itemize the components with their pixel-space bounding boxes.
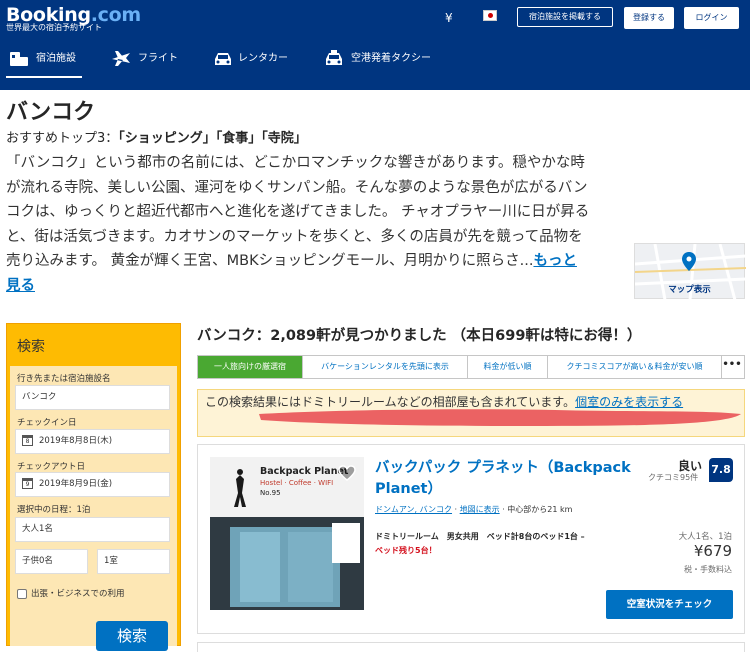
room-type: ドミトリールーム 男女共用 ベッド計8台のベッド1台 – (375, 532, 585, 541)
map-button[interactable]: マップ表示 (634, 243, 746, 300)
checkbox-icon (17, 588, 27, 599)
results-heading: バンコク：2,089軒が見つかりました （本日699軒は特にお得！） (197, 328, 642, 344)
tagline: 世界最大の宿泊予約サイト (6, 23, 102, 32)
tab-score-and-price[interactable]: クチコミスコアが高い＆料金が安い順 (548, 356, 722, 378)
tab-lowest-price[interactable]: 料金が低い順 (468, 356, 548, 378)
calendar-icon: 8 (22, 435, 33, 446)
tab-airport-taxi[interactable]: 空港発着タクシー (321, 42, 441, 78)
photo-sign-subtitle: Hostel · Coffee · WIFI (260, 479, 334, 487)
car-icon (215, 53, 231, 65)
bed-icon (10, 52, 28, 66)
city-description: 「バンコク」という都市の名前には、どこかロマンチックな響きがあります。穏やかな時… (6, 155, 590, 294)
checkout-label: チェックアウト日 (17, 462, 86, 472)
map-label: マップ表示 (668, 285, 711, 295)
more-sort-options-button[interactable]: ••• (720, 356, 744, 378)
search-submit-button[interactable]: 検索 (96, 621, 168, 651)
business-trip-checkbox[interactable]: 出張・ビジネスでの利用 (17, 587, 125, 599)
destination-label: 行き先または宿泊施設名 (17, 374, 111, 384)
search-title: 検索 (7, 324, 180, 366)
favorite-heart-icon[interactable] (338, 465, 356, 481)
review-score-badge[interactable]: 7.8 (709, 458, 733, 482)
review-count: クチコミ95件 (648, 473, 699, 482)
calendar-icon: 9 (22, 478, 33, 489)
tab-car-rental[interactable]: レンタカー (210, 42, 300, 78)
checkin-date-field[interactable]: 8 2019年8月8日(木) (15, 429, 170, 454)
photo-sign-name: Backpack Planet (260, 466, 349, 477)
list-property-button[interactable]: 宿泊施設を掲載する (517, 7, 613, 27)
check-availability-button[interactable]: 空室状況をチェック (606, 590, 733, 619)
nights-label: 選択中の日程：1泊 (17, 505, 91, 515)
hotel-name-link[interactable]: バックパック プラネット（Backpack Planet） (375, 458, 635, 500)
page-title: バンコク (6, 100, 96, 125)
photo-sign-number: No.95 (260, 489, 281, 497)
hotel-photo[interactable]: Backpack Planet Hostel · Coffee · WIFI N… (210, 457, 364, 610)
tab-airport-taxi-label: 空港発着タクシー (351, 53, 431, 64)
login-button[interactable]: ログイン (684, 7, 739, 29)
tab-stays[interactable]: 宿泊施設 (6, 42, 82, 78)
tab-vacation-rentals-first[interactable]: バケーションレンタルを先頭に表示 (303, 356, 468, 378)
hotel-card: Backpack Planet Hostel · Coffee · WIFI N… (197, 444, 745, 634)
tab-flights[interactable]: フライト (108, 42, 188, 78)
tax-note: 税・手数料込 (684, 565, 732, 574)
checkout-date-field[interactable]: 9 2019年8月9日(金) (15, 472, 170, 497)
top3-line: おすすめトップ3：「ショッピング」「食事」「寺院」 (6, 131, 307, 146)
taxi-icon (326, 50, 342, 65)
tab-solo-picks[interactable]: 一人旅向けの厳選宿 (198, 356, 303, 378)
red-highlight-stroke (259, 409, 741, 426)
plane-icon (112, 51, 130, 66)
beds-left-warning: ベッド残り5台！ (375, 546, 437, 555)
guests-nights: 大人1名、1泊 (678, 532, 732, 542)
tab-flights-label: フライト (138, 53, 178, 64)
tab-car-rental-label: レンタカー (238, 53, 288, 64)
destination-input[interactable]: バンコク (15, 385, 170, 410)
rooms-select[interactable]: 1室 (97, 549, 170, 574)
currency-selector[interactable]: ¥ (445, 11, 453, 25)
register-button[interactable]: 登録する (624, 7, 674, 29)
top-header: Booking.com 世界最大の宿泊予約サイト ¥ 宿泊施設を掲載する 登録す… (0, 0, 750, 90)
show-on-map-link[interactable]: 地図に表示 (460, 505, 500, 514)
next-hotel-card (197, 642, 745, 652)
checkin-label: チェックイン日 (17, 418, 77, 428)
japan-flag-icon[interactable] (483, 10, 497, 21)
tab-stays-label: 宿泊施設 (36, 53, 76, 64)
area-link[interactable]: ドンムアン, バンコク (375, 505, 452, 514)
price: ¥679 (693, 542, 732, 560)
adults-select[interactable]: 大人1名 (15, 517, 170, 542)
sort-tabs: 一人旅向けの厳選宿 バケーションレンタルを先頭に表示 料金が低い順 クチコミスコ… (197, 355, 745, 379)
hotel-location: ドンムアン, バンコク · 地図に表示 · 中心部から21 km (375, 505, 573, 514)
children-select[interactable]: 子供0名 (15, 549, 88, 574)
map-pin-icon (682, 252, 696, 271)
